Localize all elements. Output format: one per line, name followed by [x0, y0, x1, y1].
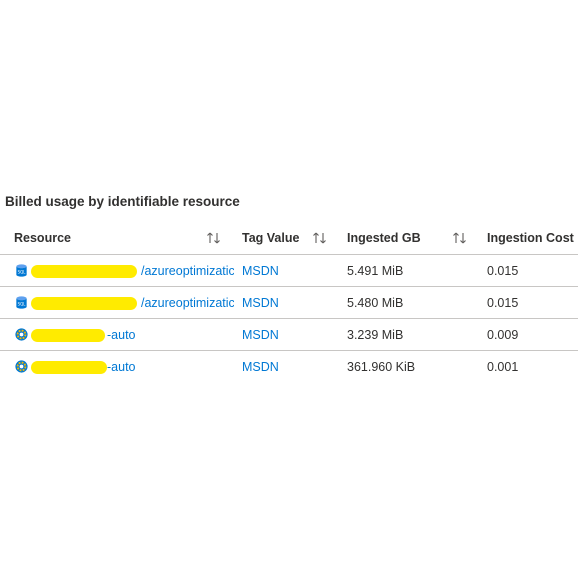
redaction-mark: [31, 296, 137, 310]
column-header-label: Tag Value: [242, 231, 300, 245]
table-row: -auto MSDN 3.239 MiB 0.009: [0, 319, 578, 351]
ingested-value: 3.239 MiB: [347, 327, 404, 342]
tag-value-link[interactable]: MSDN: [242, 319, 342, 350]
resource-link-text: -auto: [107, 359, 136, 374]
sort-icon[interactable]: [451, 229, 469, 247]
automation-account-icon: [14, 359, 29, 374]
automation-account-icon: [14, 327, 29, 342]
table-row: -auto MSDN 361.960 KiB 0.001: [0, 351, 578, 382]
sql-database-icon: SQL: [14, 295, 29, 310]
page: Billed usage by identifiable resource Re…: [0, 0, 578, 578]
resource-link-text: /azureoptimizatic: [141, 263, 234, 278]
tag-value-link[interactable]: MSDN: [242, 287, 342, 318]
sort-icon[interactable]: [205, 229, 223, 247]
tag-value-link[interactable]: MSDN: [242, 255, 342, 286]
resource-link[interactable]: /azureoptimizatic: [31, 295, 234, 310]
billed-usage-table: Resource Tag Value Ingested GB Ingestion…: [0, 222, 578, 382]
column-header-label: Resource: [14, 231, 71, 245]
svg-text:SQL: SQL: [18, 301, 27, 306]
column-header-resource[interactable]: Resource: [14, 222, 234, 254]
ingested-value: 5.491 MiB: [347, 263, 404, 278]
resource-link[interactable]: /azureoptimizatic: [31, 263, 234, 278]
cost-value: 0.009: [487, 327, 519, 342]
redaction-mark: [31, 360, 107, 374]
column-header-label: Ingested GB: [347, 231, 421, 245]
sort-icon[interactable]: [311, 229, 329, 247]
table-row: SQL /azureoptimizatic MSDN 5.491 MiB 0.0…: [0, 255, 578, 287]
resource-cell: SQL /azureoptimizatic: [14, 287, 234, 318]
table-header-row: Resource Tag Value Ingested GB Ingestion…: [0, 222, 578, 255]
resource-link[interactable]: -auto: [31, 359, 136, 374]
redaction-mark: [31, 328, 105, 342]
resource-cell: -auto: [14, 351, 234, 382]
resource-link[interactable]: -auto: [31, 327, 136, 342]
section-title: Billed usage by identifiable resource: [5, 194, 240, 209]
resource-link-text: /azureoptimizatic: [141, 295, 234, 310]
ingested-value: 361.960 KiB: [347, 359, 416, 374]
tag-value-link[interactable]: MSDN: [242, 351, 342, 382]
redaction-mark: [31, 264, 137, 278]
column-header-label: Ingestion Cost: [487, 231, 574, 245]
sql-database-icon: SQL: [14, 263, 29, 278]
resource-cell: SQL /azureoptimizatic: [14, 255, 234, 286]
cost-value: 0.015: [487, 295, 519, 310]
cost-value: 0.015: [487, 263, 519, 278]
svg-text:SQL: SQL: [18, 269, 27, 274]
resource-link-text: -auto: [107, 327, 136, 342]
column-header-ingestion-cost[interactable]: Ingestion Cost: [487, 222, 578, 254]
ingested-value: 5.480 MiB: [347, 295, 404, 310]
resource-cell: -auto: [14, 319, 234, 350]
cost-value: 0.001: [487, 359, 519, 374]
table-row: SQL /azureoptimizatic MSDN 5.480 MiB 0.0…: [0, 287, 578, 319]
